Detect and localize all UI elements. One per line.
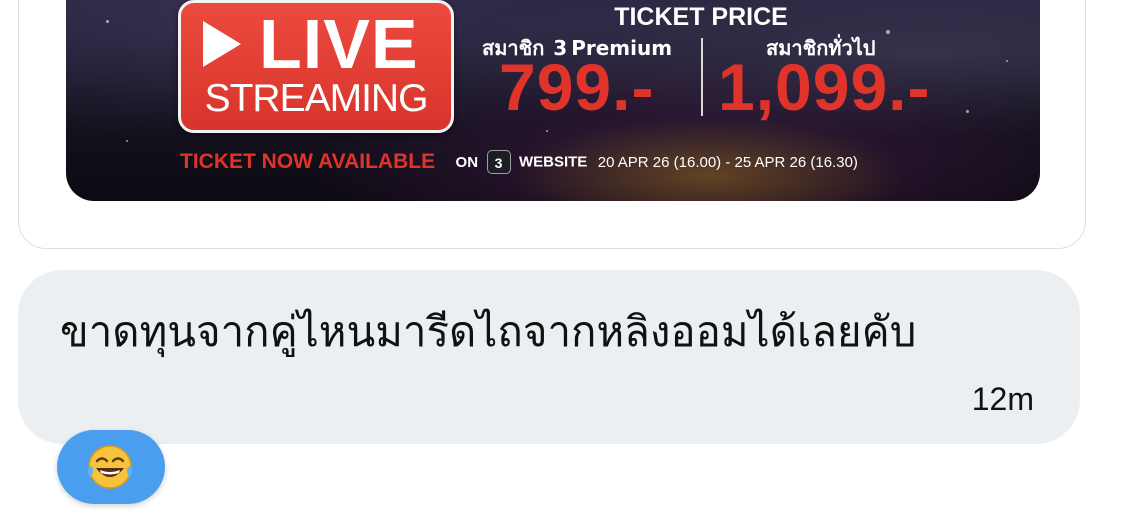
sparkle [546,130,548,132]
streaming-label: STREAMING [204,77,429,120]
play-icon [203,21,241,67]
price-divider [701,38,703,116]
on-label: ON [455,153,479,171]
sale-dates: 20 APR 26 (16.00) - 25 APR 26 (16.30) [597,153,858,171]
member-price: 799.- [499,50,655,124]
website-label: WEBSITE [518,153,588,171]
live-label: LIVE [259,5,419,83]
sparkle [1006,60,1008,62]
availability-line: TICKET NOW AVAILABLE ON 3 WEBSITE 20 APR… [180,150,858,174]
app-3-icon: 3 [486,150,511,174]
sparkle [106,20,109,23]
face-with-tears-of-joy-icon [88,445,132,489]
reaction-button[interactable] [57,430,165,504]
sparkle [966,110,969,113]
general-price: 1,099.- [718,50,931,124]
sparkle [886,30,890,34]
live-streaming-banner[interactable]: LIVE STREAMING TICKET PRICE สมาชิก 3 Prem… [66,0,1040,201]
ticket-price-title: TICKET PRICE [614,3,788,31]
message-bubble[interactable]: ขาดทุนจากคู่ไหนมารีดไถจากหลิงออมได้เลยคั… [18,270,1080,444]
ticket-now-available: TICKET NOW AVAILABLE [180,150,436,173]
sparkle [126,140,128,142]
live-streaming-badge: LIVE STREAMING [178,0,454,133]
message-timestamp: 12m [971,381,1034,417]
message-text: ขาดทุนจากคู่ไหนมารีดไถจากหลิงออมได้เลยคั… [60,307,917,356]
